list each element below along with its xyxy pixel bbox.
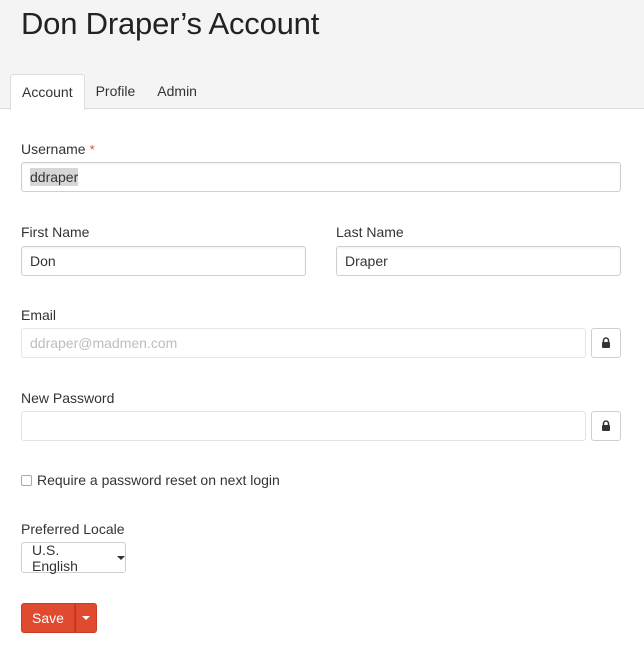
- chevron-down-icon: [82, 616, 90, 620]
- username-field[interactable]: ddraper: [21, 162, 621, 192]
- email-field[interactable]: [21, 328, 586, 358]
- username-label-text: Username: [21, 141, 86, 157]
- tab-bar: Account Profile Admin: [10, 74, 208, 110]
- password-lock-button[interactable]: [591, 411, 621, 441]
- save-options-button[interactable]: [75, 603, 97, 633]
- last-name-label: Last Name: [336, 224, 404, 240]
- password-reset-checkbox[interactable]: [21, 474, 32, 486]
- lock-icon: [602, 420, 610, 431]
- save-button-group: Save: [21, 603, 97, 633]
- new-password-field[interactable]: [21, 411, 586, 441]
- locale-dropdown[interactable]: U.S. English: [21, 541, 126, 574]
- page-header: Don Draper’s Account Account Profile Adm…: [0, 0, 644, 110]
- username-value: ddraper: [30, 168, 79, 186]
- tab-admin[interactable]: Admin: [146, 74, 208, 109]
- email-label: Email: [21, 307, 57, 323]
- last-name-field[interactable]: [336, 246, 621, 276]
- tab-account[interactable]: Account: [10, 74, 85, 110]
- save-button[interactable]: Save: [21, 603, 75, 633]
- password-reset-label: Require a password reset on next login: [37, 472, 280, 488]
- new-password-label: New Password: [21, 390, 115, 406]
- first-name-field[interactable]: [21, 246, 306, 276]
- page-title: Don Draper’s Account: [21, 6, 320, 41]
- password-reset-option: Require a password reset on next login: [21, 472, 280, 488]
- required-marker: *: [89, 142, 95, 157]
- locale-label: Preferred Locale: [21, 521, 125, 537]
- chevron-down-icon: [117, 555, 125, 560]
- first-name-label: First Name: [21, 224, 90, 240]
- locale-selected: U.S. English: [32, 541, 78, 574]
- lock-icon: [602, 337, 610, 348]
- tab-profile[interactable]: Profile: [85, 74, 147, 109]
- email-lock-button[interactable]: [591, 328, 621, 358]
- username-label: Username *: [21, 141, 95, 157]
